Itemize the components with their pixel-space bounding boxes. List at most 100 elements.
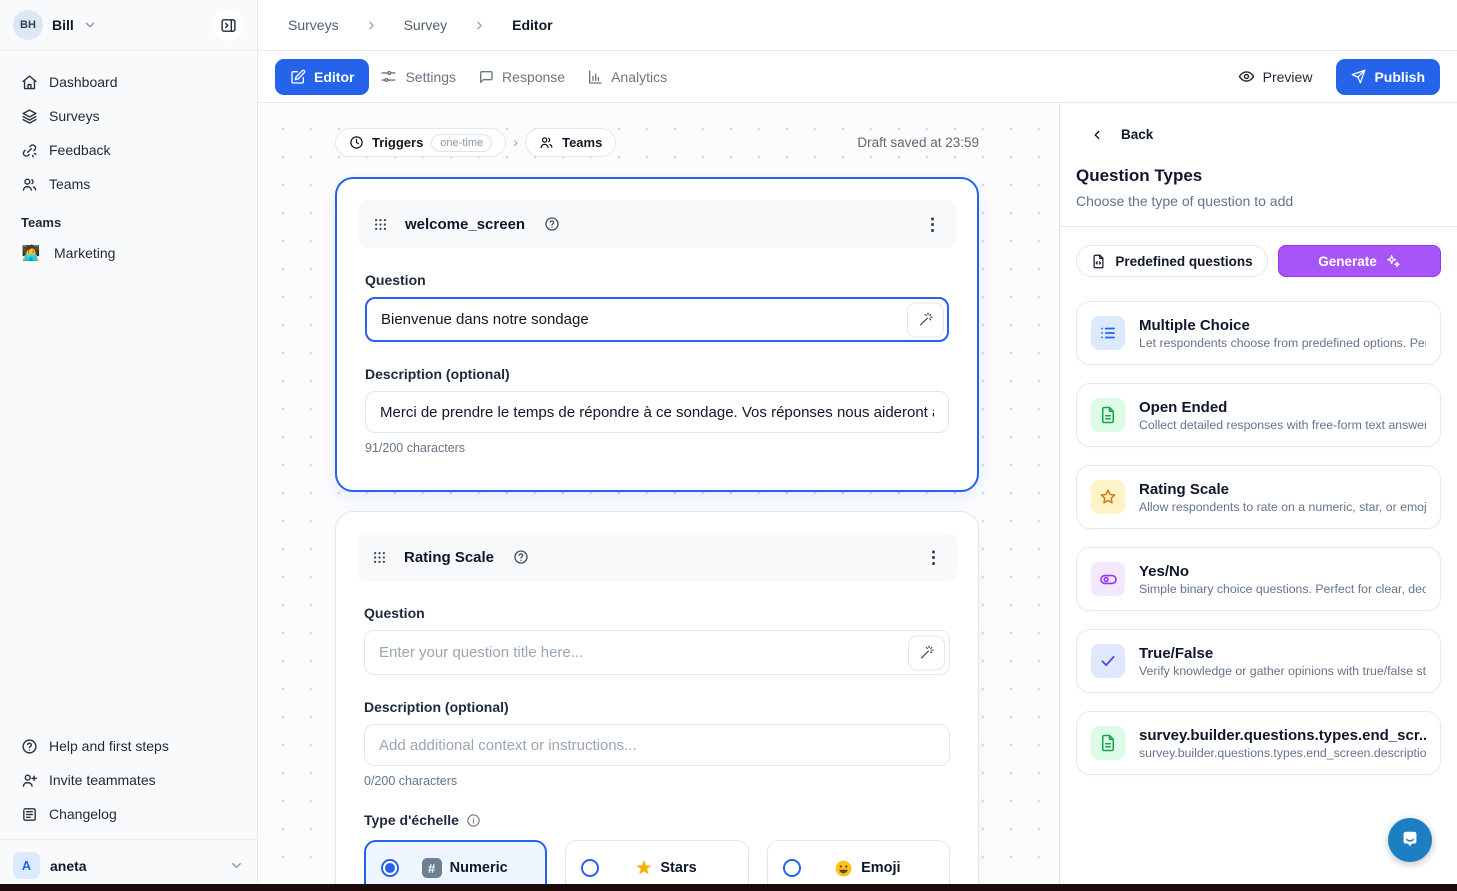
sidebar-item-changelog[interactable]: Changelog [10,797,247,831]
hash-keycap-icon: # [422,858,442,878]
wand-icon [919,645,935,661]
sidebar-footer: Help and first steps Invite teammates Ch… [0,723,257,831]
question-card-rating-scale[interactable]: Rating Scale ⋮ Question Description (opt… [335,511,979,891]
sidebar-item-invite[interactable]: Invite teammates [10,763,247,797]
description-input[interactable] [365,391,949,433]
chevron-left-icon [1090,128,1104,142]
question-type-end-screen[interactable]: survey.builder.questions.types.end_scr..… [1076,711,1441,775]
workspace-switcher[interactable]: BH Bill [0,0,257,51]
breadcrumb-surveys[interactable]: Surveys [288,17,339,33]
sparkles-icon [1385,253,1401,269]
sidebar-item-team-marketing[interactable]: 🧑‍💻 Marketing [10,236,247,270]
card-title: Rating Scale [404,549,494,566]
description-input[interactable] [364,724,950,766]
radio-icon [783,859,801,877]
type-title: Open Ended [1139,399,1426,416]
technologist-emoji-icon: 🧑‍💻 [21,244,41,262]
sidebar-item-dashboard[interactable]: Dashboard [10,65,247,99]
sliders-icon [380,68,397,85]
predefined-questions-button[interactable]: Predefined questions [1076,245,1268,277]
drag-handle-icon[interactable] [373,217,388,232]
question-type-true-false[interactable]: True/False Verify knowledge or gather op… [1076,629,1441,693]
card-menu-button[interactable]: ⋮ [925,549,942,566]
drag-handle-icon[interactable] [372,550,387,565]
sidebar-item-feedback[interactable]: Feedback [10,133,247,167]
sidebar-item-teams[interactable]: Teams [10,167,247,201]
type-description: Simple binary choice questions. Perfect … [1139,582,1426,596]
tab-settings[interactable]: Settings [369,59,467,95]
question-card-welcome-screen[interactable]: welcome_screen ⋮ Question Description (o… [335,177,979,492]
question-title-input[interactable] [365,297,949,342]
sidebar-collapse-button[interactable] [212,9,244,41]
generate-button[interactable]: Generate [1278,245,1441,277]
card-header: welcome_screen ⋮ [358,200,956,248]
panel-actions: Predefined questions Generate [1060,227,1457,277]
type-title: True/False [1139,645,1426,662]
tab-response[interactable]: Response [467,59,576,95]
teams-chip[interactable]: Teams [525,128,616,157]
chat-bubble-icon [1399,829,1421,851]
type-description: Allow respondents to rate on a numeric, … [1139,500,1426,514]
publish-button[interactable]: Publish [1336,59,1440,95]
triggers-chip[interactable]: Triggers one-time [335,128,506,157]
chevron-right-icon [473,19,486,32]
sidebar-item-label: Teams [49,176,90,192]
star-emoji-icon: ★ [635,859,652,878]
breadcrumb-editor: Editor [512,17,552,33]
check-icon [1091,644,1125,678]
card-title: welcome_screen [405,216,525,233]
sidebar-item-surveys[interactable]: Surveys [10,99,247,133]
description-label: Description (optional) [364,699,950,715]
survey-editor-app: BH Bill Dashboard Surveys Feedback [0,0,1457,891]
account-name: aneta [50,858,87,874]
question-type-rating-scale[interactable]: Rating Scale Allow respondents to rate o… [1076,465,1441,529]
sidebar-item-label: Dashboard [49,74,118,90]
layers-icon [21,108,38,125]
question-label: Question [365,272,949,288]
toggle-icon [1091,562,1125,596]
scale-type-label: Type d'échelle [364,812,950,828]
file-code-icon [1091,254,1106,269]
type-title: Rating Scale [1139,481,1426,498]
question-type-open-ended[interactable]: Open Ended Collect detailed responses wi… [1076,383,1441,447]
card-menu-button[interactable]: ⋮ [924,216,941,233]
send-icon [1351,69,1366,84]
document-icon [1091,398,1125,432]
smiley-emoji-icon [834,859,853,878]
magic-wand-button[interactable] [908,635,945,670]
back-button[interactable]: Back [1060,103,1457,142]
help-circle-icon [21,738,38,755]
breadcrumb-survey[interactable]: Survey [404,17,448,33]
newspaper-icon [21,806,38,823]
chat-launcher-button[interactable] [1388,818,1432,862]
chevron-down-icon [83,18,97,32]
question-types-panel: Back Question Types Choose the type of q… [1059,103,1457,891]
account-avatar: A [13,852,40,879]
chevron-right-icon: › [513,134,518,151]
tab-editor[interactable]: Editor [275,59,369,95]
team-name: Marketing [54,245,115,261]
tab-analytics[interactable]: Analytics [576,59,678,95]
star-icon [1091,480,1125,514]
help-circle-icon [544,216,560,232]
magic-wand-button[interactable] [907,302,944,337]
type-description: Let respondents choose from predefined o… [1139,336,1426,350]
sidebar-item-help[interactable]: Help and first steps [10,729,247,763]
workspace-name: Bill [52,17,74,33]
sidebar-item-label: Help and first steps [49,738,169,754]
question-title-input[interactable] [364,630,950,675]
eye-icon [1238,68,1255,85]
list-icon [1091,316,1125,350]
help-circle-icon [513,549,529,565]
chevron-right-icon [365,19,378,32]
bar-chart-icon [587,69,603,85]
sidebar: BH Bill Dashboard Surveys Feedback [0,0,258,891]
question-type-yes-no[interactable]: Yes/No Simple binary choice questions. P… [1076,547,1441,611]
editor-toolbar: Editor Settings Response Analytics Previ… [258,51,1457,103]
document-icon [1091,726,1125,760]
preview-button[interactable]: Preview [1238,68,1313,85]
question-type-multiple-choice[interactable]: Multiple Choice Let respondents choose f… [1076,301,1441,365]
type-description: Collect detailed responses with free-for… [1139,418,1426,432]
type-title: survey.builder.questions.types.end_scr..… [1139,727,1426,744]
edit-icon [290,69,306,85]
